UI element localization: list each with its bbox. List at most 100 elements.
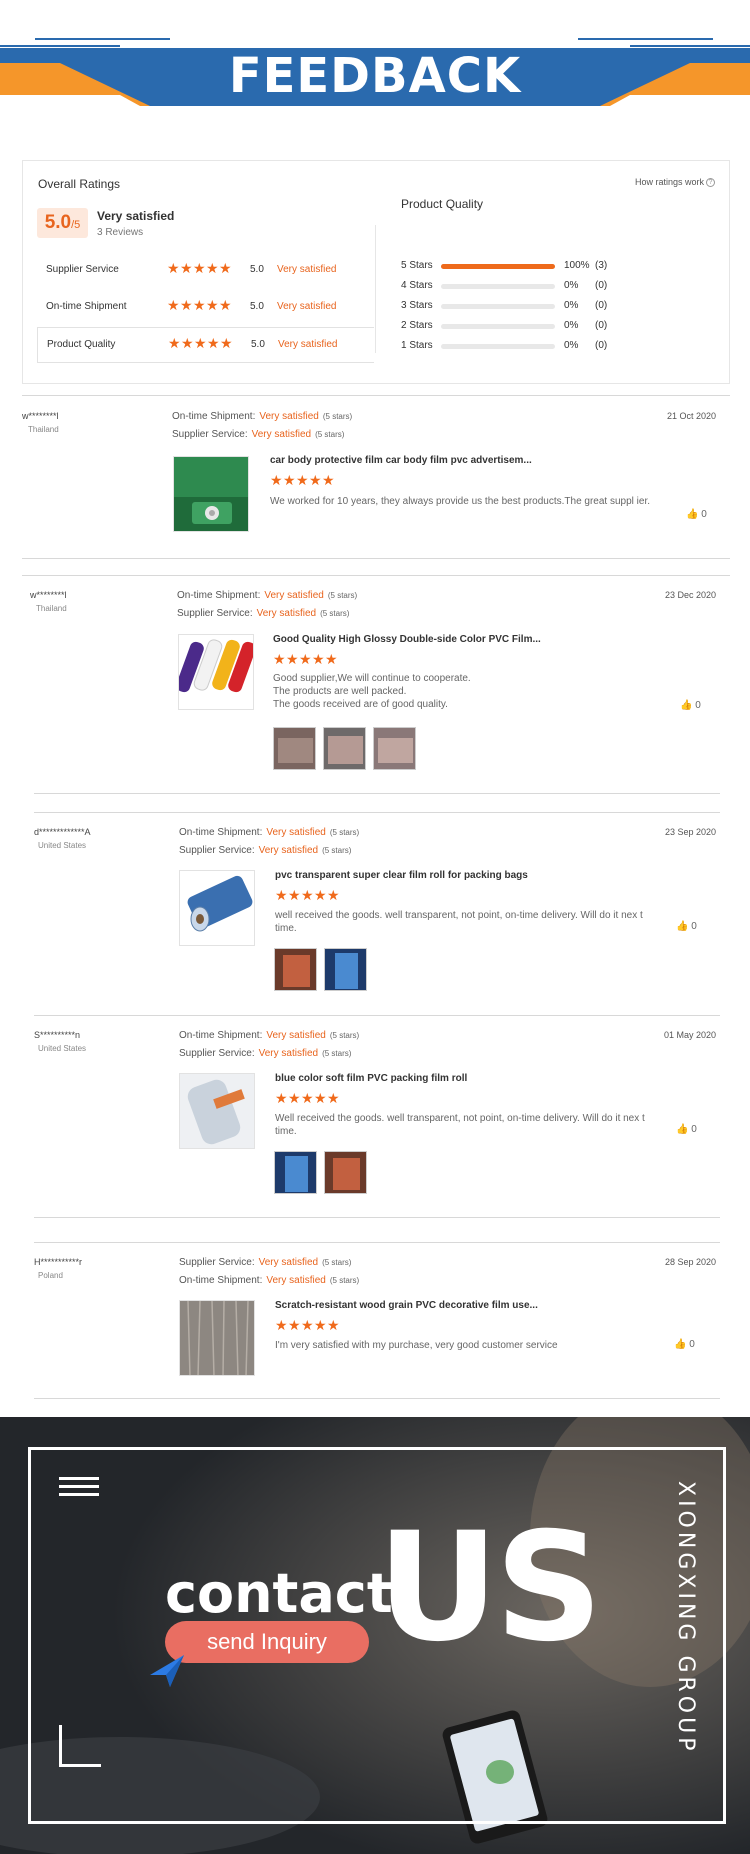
like-count: 0	[691, 921, 697, 932]
review-photo[interactable]	[324, 1151, 367, 1194]
bar-track	[441, 324, 555, 329]
product-title-link[interactable]: Good Quality High Glossy Double-side Col…	[273, 634, 541, 645]
review-star-rating: ★★★★★	[273, 651, 338, 667]
meta-label: On-time Shipment:	[177, 590, 261, 601]
like-button[interactable]: 👍 0	[686, 509, 707, 520]
reviewer-name: S**********n	[34, 1030, 81, 1040]
how-ratings-work-link[interactable]: How ratings work?	[635, 177, 715, 188]
send-arrow-icon	[150, 1655, 184, 1687]
star-rating: ★★★★★	[167, 297, 232, 313]
meta-stars: (5 stars)	[329, 828, 360, 837]
review-meta-row: Supplier Service: Very satisfied (5 stars)	[177, 608, 349, 619]
review-photo[interactable]	[323, 727, 366, 770]
like-count: 0	[691, 1124, 697, 1135]
review-photo[interactable]	[274, 1151, 317, 1194]
meta-satisfaction: Very satisfied	[258, 1048, 319, 1059]
review-photo[interactable]	[324, 948, 367, 991]
like-button[interactable]: 👍 0	[676, 921, 697, 932]
sub-rating-on-time-shipment[interactable]: On-time Shipment ★★★★★ 5.0 Very satisfie…	[37, 290, 374, 326]
bar-label: 1 Stars	[401, 340, 433, 351]
product-image[interactable]	[173, 456, 249, 532]
meta-stars: (5 stars)	[327, 591, 358, 600]
star-icon: ★	[301, 1090, 314, 1106]
green-film-roll-image	[174, 457, 248, 531]
how-ratings-label[interactable]: How ratings work	[635, 177, 704, 187]
meta-label: Supplier Service:	[179, 1048, 255, 1059]
bar-label: 3 Stars	[401, 300, 433, 311]
review-photo[interactable]	[273, 727, 316, 770]
divider	[34, 1015, 720, 1016]
thumbs-up-icon[interactable]: 👍	[680, 700, 692, 711]
like-button[interactable]: 👍 0	[674, 1339, 695, 1350]
product-title-link[interactable]: pvc transparent super clear film roll fo…	[275, 870, 528, 881]
review-text: well received the goods. well transparen…	[275, 910, 643, 934]
product-title-link[interactable]: car body protective film car body film p…	[270, 455, 532, 466]
menu-icon[interactable]	[59, 1477, 99, 1499]
send-inquiry-button[interactable]: send Inquiry	[165, 1621, 369, 1663]
product-title-link[interactable]: blue color soft film PVC packing film ro…	[275, 1073, 467, 1084]
contact-word: contact	[165, 1562, 393, 1625]
review-date: 28 Sep 2020	[664, 1257, 716, 1267]
bar-percent: 0%	[564, 320, 579, 331]
like-button[interactable]: 👍 0	[676, 1124, 697, 1135]
product-image[interactable]	[178, 634, 254, 710]
star-icon: ★	[206, 260, 219, 276]
thumbs-up-icon[interactable]: 👍	[676, 921, 688, 932]
sub-rating-product-quality[interactable]: Product Quality ★★★★★ 5.0 Very satisfied	[37, 327, 374, 363]
sub-rating-label: On-time Shipment	[46, 301, 127, 312]
thumbs-up-icon[interactable]: 👍	[674, 1339, 686, 1350]
reviewer-country: United States	[38, 841, 87, 850]
soft-film-roll-image	[180, 1074, 254, 1148]
sub-ratings-list: Supplier Service ★★★★★ 5.0 Very satisfie…	[37, 253, 374, 383]
reviewer-country: United States	[38, 1044, 87, 1053]
overall-ratings-title: Overall Ratings	[38, 177, 121, 191]
meta-satisfaction: Very satisfied	[258, 1257, 319, 1268]
star-icon: ★	[301, 887, 314, 903]
meta-stars: (5 stars)	[315, 430, 345, 439]
product-image[interactable]	[179, 1073, 255, 1149]
star-icon: ★	[167, 260, 180, 276]
meta-satisfaction: Very satisfied	[259, 411, 319, 422]
bar-count: (0)	[595, 320, 608, 331]
star-icon: ★	[327, 887, 340, 903]
meta-stars: (5 stars)	[329, 1031, 360, 1040]
product-image[interactable]	[179, 1300, 255, 1376]
help-icon[interactable]: ?	[706, 178, 715, 188]
bar-track	[441, 284, 555, 289]
review-photo[interactable]	[373, 727, 416, 770]
star-icon: ★	[273, 651, 286, 667]
bar-track	[441, 304, 555, 309]
review-text: Well received the goods. well transparen…	[275, 1113, 645, 1137]
review-meta-row: On-time Shipment: Very satisfied (5 stars)	[177, 590, 357, 601]
like-button[interactable]: 👍 0	[680, 700, 701, 711]
review-meta-row: Supplier Service: Very satisfied (5 stars)	[179, 1048, 351, 1059]
banner-title: FEEDBACK	[228, 48, 522, 104]
meta-stars: (5 stars)	[322, 1049, 352, 1058]
star-icon: ★	[275, 887, 288, 903]
review-meta-row: On-time Shipment: Very satisfied (5 stars)	[179, 1275, 359, 1286]
bar-count: (0)	[595, 340, 608, 351]
sub-rating-value: 5.0	[250, 264, 264, 275]
thumbs-up-icon[interactable]: 👍	[676, 1124, 688, 1135]
thumbs-up-icon[interactable]: 👍	[686, 509, 698, 520]
overall-ratings-panel: Overall Ratings How ratings work? 5.0/5 …	[22, 160, 730, 384]
bar-percent: 0%	[564, 340, 579, 351]
review-photo[interactable]	[274, 948, 317, 991]
review-star-rating: ★★★★★	[275, 1318, 340, 1333]
product-quality-title: Product Quality	[401, 197, 484, 211]
sub-rating-supplier-service[interactable]: Supplier Service ★★★★★ 5.0 Very satisfie…	[37, 253, 374, 289]
star-icon: ★	[219, 297, 232, 313]
clear-film-roll-image	[180, 871, 254, 945]
score-max: /5	[71, 219, 81, 231]
bar-count: (3)	[595, 260, 608, 271]
product-title-link[interactable]: Scratch-resistant wood grain PVC decorat…	[275, 1300, 538, 1311]
star-icon: ★	[168, 335, 181, 351]
review-date: 01 May 2020	[663, 1030, 716, 1040]
sub-rating-satisfaction: Very satisfied	[277, 264, 337, 275]
divider	[34, 812, 720, 813]
star-rating: ★★★★★	[168, 335, 233, 351]
product-image[interactable]	[179, 870, 255, 946]
divider	[34, 1217, 720, 1218]
review-item: H***********r Poland 28 Sep 2020 Supplie…	[22, 1257, 730, 1397]
sub-rating-satisfaction: Very satisfied	[278, 339, 338, 350]
